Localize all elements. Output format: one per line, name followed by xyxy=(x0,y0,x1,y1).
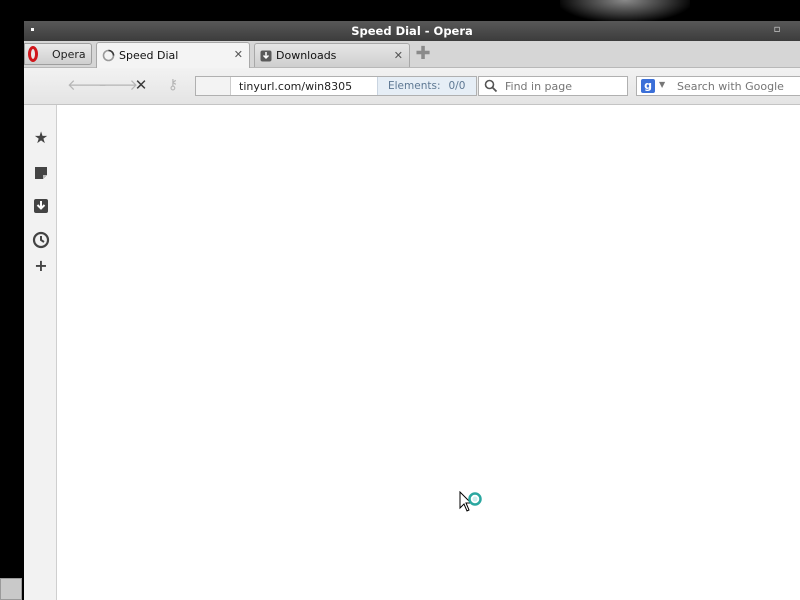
find-in-page-input[interactable] xyxy=(503,79,627,94)
tab-speed-dial[interactable]: Speed Dial ✕ xyxy=(96,42,250,68)
tab-bar: Opera Speed Dial ✕ Downloads ✕ ✚ xyxy=(24,41,800,68)
close-tab-icon[interactable]: ✕ xyxy=(234,48,243,61)
search-input[interactable] xyxy=(675,79,800,94)
title-bar[interactable]: Speed Dial - Opera ▫ xyxy=(24,21,800,41)
search-icon xyxy=(484,79,498,93)
loading-spinner-icon xyxy=(102,49,115,62)
opera-window: Speed Dial - Opera ▫ Opera Speed Dial ✕ … xyxy=(24,21,800,600)
forward-button[interactable]: 🡒 xyxy=(98,76,138,94)
elements-counter: Elements: 0/0 xyxy=(377,77,476,95)
google-icon[interactable]: g xyxy=(641,79,655,93)
window-title: Speed Dial - Opera xyxy=(351,24,473,38)
chevron-down-icon[interactable]: ▼ xyxy=(659,80,665,89)
minimize-button[interactable]: ▫ xyxy=(770,23,784,37)
taskbar-button[interactable] xyxy=(0,578,22,600)
downloads-icon[interactable] xyxy=(32,197,50,215)
downloads-tab-icon xyxy=(260,50,272,61)
bookmarks-star-icon[interactable]: ★ xyxy=(32,129,50,147)
tab-label: Speed Dial xyxy=(119,49,179,62)
search-box[interactable]: g ▼ xyxy=(636,76,800,96)
opera-menu-label: Opera xyxy=(52,47,86,61)
notes-icon[interactable] xyxy=(32,164,50,182)
navigation-toolbar: 🡐 🡒 ✕ ⚷ tinyurl.com/win8305 Elements: 0/… xyxy=(24,68,800,105)
busy-cursor-icon xyxy=(459,491,482,512)
site-info-icon[interactable] xyxy=(196,77,231,95)
key-icon[interactable]: ⚷ xyxy=(163,76,183,94)
desktop-background xyxy=(560,0,690,22)
page-content[interactable] xyxy=(57,105,800,600)
opera-logo-icon xyxy=(28,46,38,62)
elements-label: Elements: xyxy=(388,80,441,92)
stop-button[interactable]: ✕ xyxy=(131,76,151,94)
address-bar[interactable]: tinyurl.com/win8305 Elements: 0/0 xyxy=(195,76,477,96)
new-tab-button[interactable]: ✚ xyxy=(414,45,432,64)
elements-value: 0/0 xyxy=(448,80,466,92)
find-in-page-box[interactable] xyxy=(478,76,628,96)
history-clock-icon[interactable] xyxy=(32,231,50,249)
tab-downloads[interactable]: Downloads ✕ xyxy=(254,43,410,67)
opera-menu-button[interactable]: Opera xyxy=(24,43,92,65)
tab-label: Downloads xyxy=(276,49,337,62)
add-panel-icon[interactable]: + xyxy=(32,257,50,275)
address-input[interactable]: tinyurl.com/win8305 xyxy=(239,80,377,93)
close-tab-icon[interactable]: ✕ xyxy=(394,49,403,62)
back-button[interactable]: 🡐 xyxy=(67,76,107,94)
side-panel: ★ + xyxy=(24,105,57,600)
